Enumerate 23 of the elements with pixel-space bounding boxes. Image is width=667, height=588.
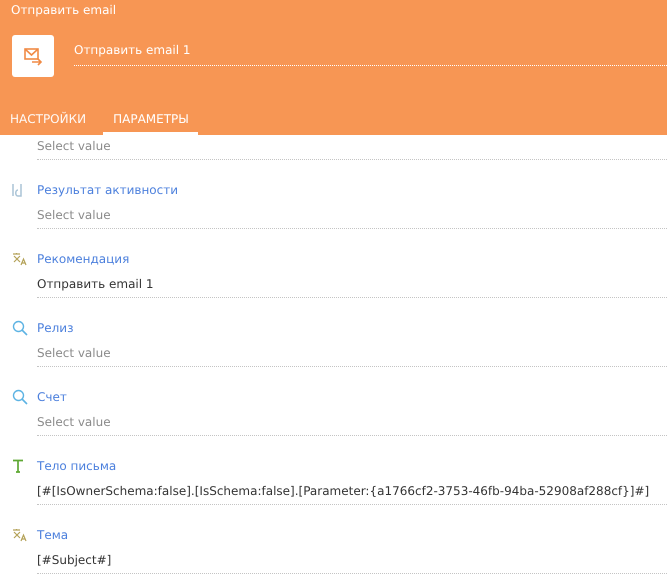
tab[interactable]: НАСТРОЙКИ bbox=[0, 112, 96, 135]
input-field[interactable]: Select value bbox=[37, 206, 667, 229]
tab[interactable]: ПАРАМЕТРЫ bbox=[103, 112, 198, 135]
search-icon bbox=[12, 320, 28, 336]
input-field[interactable]: Select value bbox=[37, 344, 667, 367]
field-label: Рекомендация bbox=[37, 251, 130, 267]
input-field[interactable]: [#Subject#] bbox=[37, 551, 667, 574]
input-field[interactable]: Отправить email 1 bbox=[37, 275, 667, 298]
field-label: Тело письма bbox=[37, 458, 118, 474]
input-field[interactable]: Select value bbox=[37, 137, 667, 160]
input-field[interactable]: [#[IsOwnerSchema:false].[IsSchema:false].[Parameter:{a1766cf2-3753-46fb-94ba-52908af288cf}]#] bbox=[37, 482, 667, 505]
translate-icon bbox=[12, 528, 28, 542]
field-label: Тема bbox=[37, 527, 70, 543]
translate-icon bbox=[12, 252, 28, 266]
field-label: Релиз bbox=[37, 320, 74, 336]
text-icon bbox=[12, 459, 24, 473]
field-label: Счет bbox=[37, 389, 68, 405]
input-field[interactable]: Select value bbox=[37, 413, 667, 436]
name-field[interactable]: Отправить email 1 bbox=[74, 42, 667, 66]
email-send-icon bbox=[12, 35, 54, 77]
field-label: Результат активности bbox=[37, 182, 180, 198]
search-icon bbox=[12, 389, 28, 405]
window-title: Отправить email bbox=[10, 2, 118, 19]
